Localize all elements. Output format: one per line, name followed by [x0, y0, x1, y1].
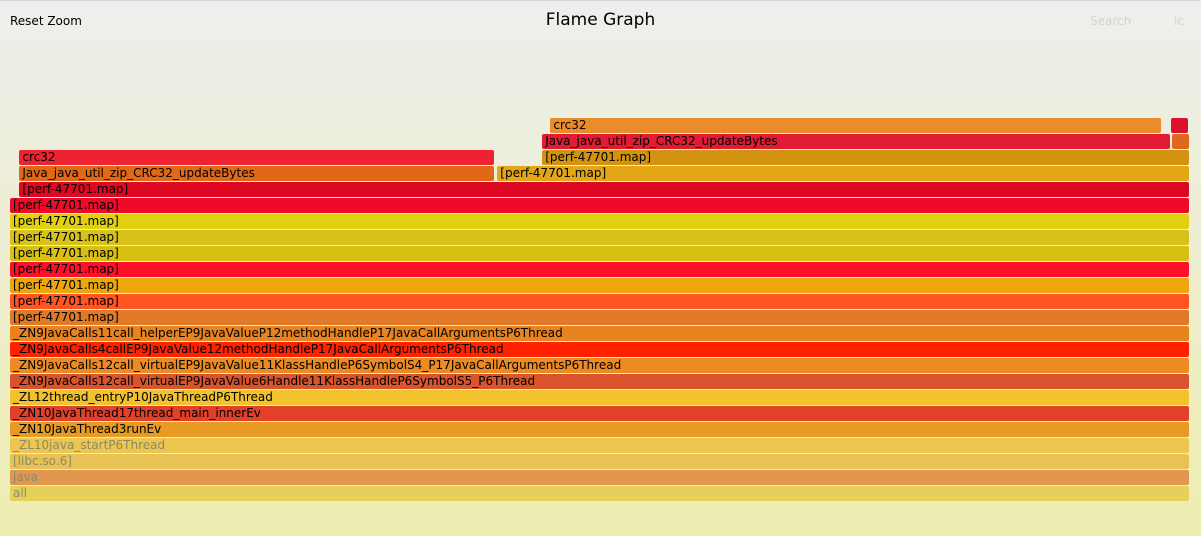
flame-frame-label: java: [13, 470, 39, 484]
flame-frame-label: _ZL10java_startP6Thread: [13, 438, 166, 452]
flame-frame-label: crc32: [22, 150, 56, 164]
flame-graph-window: Reset Zoom Flame Graph Search ic all java…: [0, 0, 1201, 536]
page-title: Flame Graph: [545, 10, 656, 30]
flame-frame-label: [perf-47701.map]: [13, 214, 119, 228]
flame-frame-label: Java_java_util_zip_CRC32_updateBytes: [22, 166, 255, 180]
flame-frame[interactable]: [perf-47701.map]: [10, 246, 1189, 261]
flame-frame-label: [perf-47701.map]: [500, 166, 607, 180]
flame-frame[interactable]: [1172, 134, 1189, 149]
flame-frame-label: [perf-47701.map]: [13, 294, 119, 308]
flame-frame[interactable]: [1171, 118, 1188, 133]
flame-frame[interactable]: all: [10, 486, 1189, 501]
flame-frame[interactable]: crc32: [19, 150, 494, 165]
flame-frame[interactable]: [perf-47701.map]: [10, 198, 1189, 213]
flame-frame-label: [perf-47701.map]: [13, 246, 119, 260]
flame-frame-label: [perf-47701.map]: [22, 182, 129, 196]
flame-frame-label: _ZN10JavaThread17thread_main_innerEv: [13, 406, 261, 420]
flame-frame[interactable]: Java_java_util_zip_CRC32_updateBytes: [19, 166, 494, 181]
flame-frame-label: [perf-47701.map]: [545, 150, 652, 164]
flame-frame[interactable]: [perf-47701.map]: [10, 214, 1189, 229]
flame-frame[interactable]: [perf-47701.map]: [497, 166, 1189, 181]
flame-frame[interactable]: [perf-47701.map]: [10, 262, 1189, 277]
flame-frame[interactable]: [perf-47701.map]: [19, 182, 1189, 197]
flame-frame-label: _ZN9JavaCalls11call_helperEP9JavaValueP1…: [13, 326, 563, 340]
search-button[interactable]: Search: [1090, 14, 1131, 28]
flame-frame-label: _ZN9JavaCalls4callEP9JavaValue12methodHa…: [13, 342, 504, 356]
flame-frame[interactable]: [perf-47701.map]: [10, 230, 1189, 245]
flame-frame[interactable]: java: [10, 470, 1189, 485]
flame-frame[interactable]: [perf-47701.map]: [10, 310, 1189, 325]
flame-frame[interactable]: crc32: [550, 118, 1161, 133]
flame-frame[interactable]: _ZN9JavaCalls12call_virtualEP9JavaValue6…: [10, 374, 1189, 389]
flame-frame-label: [perf-47701.map]: [13, 310, 119, 324]
flame-frame-label: [perf-47701.map]: [13, 262, 119, 276]
flame-frame[interactable]: _ZN9JavaCalls12call_virtualEP9JavaValue1…: [10, 358, 1189, 373]
flame-frame[interactable]: _ZL12thread_entryP10JavaThreadP6Thread: [10, 390, 1189, 405]
flame-frame-label: _ZN10JavaThread3runEv: [13, 422, 162, 436]
flame-frame-label: [libc.so.6]: [13, 454, 72, 468]
ignore-case-toggle[interactable]: ic: [1174, 14, 1184, 28]
flame-frame-label: crc32: [553, 118, 587, 132]
flame-frame[interactable]: [perf-47701.map]: [10, 294, 1189, 309]
flame-frame[interactable]: [perf-47701.map]: [542, 150, 1189, 165]
flame-frame[interactable]: [libc.so.6]: [10, 454, 1189, 469]
flame-frame[interactable]: [perf-47701.map]: [10, 278, 1189, 293]
flame-frame-label: [perf-47701.map]: [13, 278, 119, 292]
flame-frame-label: _ZN9JavaCalls12call_virtualEP9JavaValue1…: [13, 358, 622, 372]
flame-frame[interactable]: Java_java_util_zip_CRC32_updateBytes: [542, 134, 1171, 149]
flame-frame-label: all: [13, 486, 28, 500]
flame-frame[interactable]: _ZN10JavaThread3runEv: [10, 422, 1189, 437]
flame-frame-label: _ZN9JavaCalls12call_virtualEP9JavaValue6…: [13, 374, 536, 388]
flame-frame-label: _ZL12thread_entryP10JavaThreadP6Thread: [13, 390, 273, 404]
flame-frame[interactable]: _ZN9JavaCalls4callEP9JavaValue12methodHa…: [10, 342, 1189, 357]
flame-frame[interactable]: _ZN9JavaCalls11call_helperEP9JavaValueP1…: [10, 326, 1189, 341]
flame-frame-label: Java_java_util_zip_CRC32_updateBytes: [545, 134, 778, 148]
flame-frame-label: [perf-47701.map]: [13, 230, 119, 244]
flame-frame-label: [perf-47701.map]: [13, 198, 119, 212]
flame-frame[interactable]: _ZN10JavaThread17thread_main_innerEv: [10, 406, 1189, 421]
flame-frame[interactable]: _ZL10java_startP6Thread: [10, 438, 1189, 453]
